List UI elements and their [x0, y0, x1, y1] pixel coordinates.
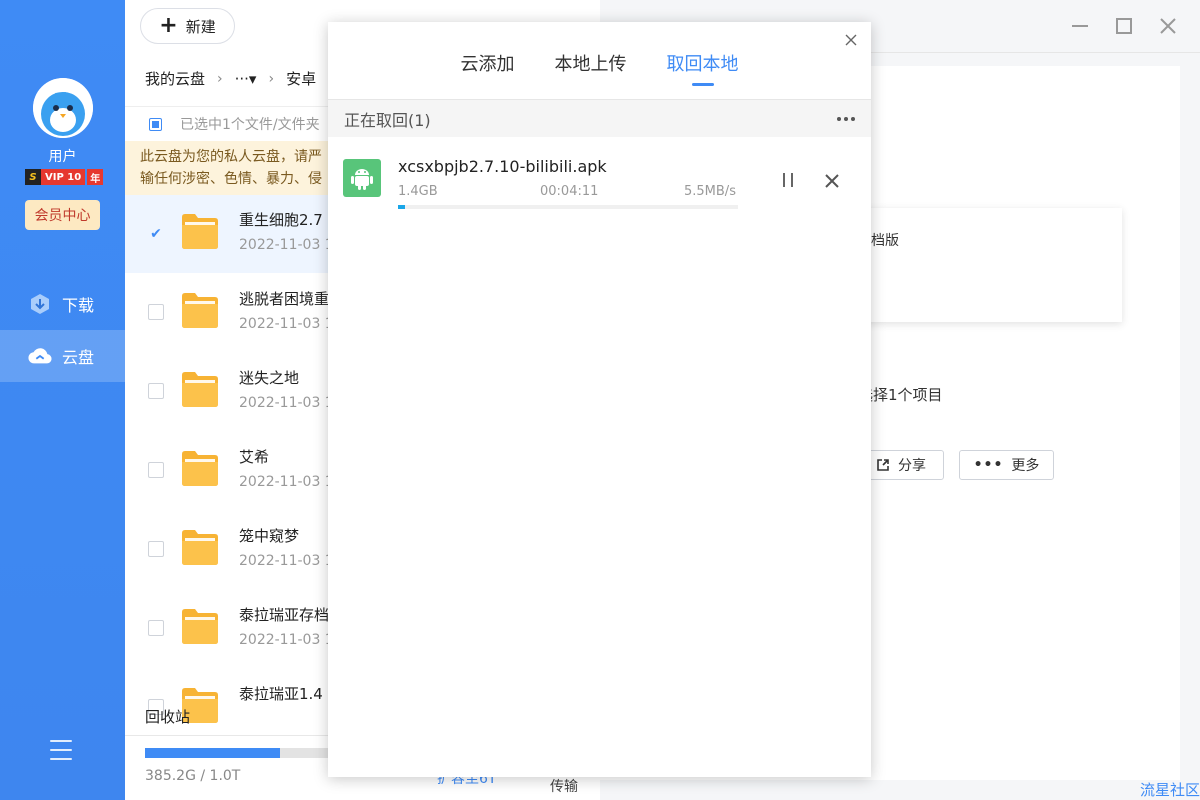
- share-icon: [877, 459, 889, 471]
- task-speed: 5.5MB/s: [684, 184, 736, 199]
- file-checkbox[interactable]: [148, 383, 164, 399]
- breadcrumb: 我的云盘 › ···▾ › 安卓: [145, 68, 316, 89]
- window-controls: [1068, 14, 1180, 38]
- menu-icon[interactable]: [50, 740, 72, 760]
- nav-download[interactable]: 下载: [0, 278, 125, 330]
- chevron-right-icon: ›: [268, 70, 275, 87]
- file-checkbox[interactable]: [148, 304, 164, 320]
- task-file-name: xcsxbpjb2.7.10-bilibili.apk: [398, 157, 607, 176]
- folder-icon: [181, 528, 219, 566]
- bird-avatar-icon: [33, 78, 93, 138]
- new-button-label: 新建: [185, 17, 216, 36]
- select-all-checkbox[interactable]: [149, 117, 162, 131]
- file-date: 2022-11-03 1: [239, 237, 334, 253]
- breadcrumb-root[interactable]: 我的云盘: [145, 68, 205, 89]
- info-card: 档版: [850, 208, 1122, 322]
- task-row[interactable]: xcsxbpjb2.7.10-bilibili.apk 1.4GB 00:04:…: [328, 137, 871, 217]
- cancel-icon[interactable]: [824, 173, 840, 189]
- breadcrumb-current[interactable]: 安卓: [286, 68, 316, 89]
- file-name: 逃脱者困境重: [239, 290, 330, 308]
- file-date: 2022-11-03 1: [239, 632, 334, 648]
- avatar[interactable]: [33, 78, 93, 138]
- more-dots-icon: •••: [973, 457, 1004, 473]
- minimize-icon[interactable]: [1068, 14, 1092, 38]
- member-center-button[interactable]: 会员中心: [25, 200, 100, 230]
- storage-text: 385.2G / 1.0T: [145, 768, 241, 784]
- folder-icon: [181, 370, 219, 408]
- file-name: 笼中窥梦: [239, 527, 300, 545]
- maximize-icon[interactable]: [1112, 14, 1136, 38]
- task-time: 00:04:11: [540, 184, 599, 199]
- file-date: 2022-11-03 1: [239, 395, 334, 411]
- breadcrumb-ellipsis[interactable]: ···▾: [235, 70, 257, 88]
- share-label: 分享: [898, 458, 926, 474]
- section-title: 正在取回(1): [344, 110, 431, 130]
- recycle-bin[interactable]: 回收站: [145, 706, 190, 727]
- close-icon[interactable]: [843, 32, 859, 48]
- nav-download-label: 下载: [62, 296, 95, 315]
- folder-icon: [181, 291, 219, 329]
- android-apk-icon: [343, 159, 381, 197]
- selection-text: 已选中1个文件/文件夹: [180, 117, 320, 133]
- task-size: 1.4GB: [398, 184, 438, 199]
- file-date: 2022-11-03 1: [239, 474, 334, 490]
- download-icon: [28, 292, 52, 316]
- more-label: 更多: [1011, 458, 1040, 474]
- sidebar: 用户 S VIP 10 年 会员中心 下载 云盘: [0, 0, 125, 800]
- file-date: 2022-11-03 1: [239, 553, 334, 569]
- plus-icon: +: [159, 13, 178, 38]
- task-progress-bar: [398, 205, 738, 209]
- section-header: 正在取回(1): [328, 100, 871, 137]
- folder-icon: [181, 607, 219, 645]
- file-name: 迷失之地: [239, 369, 300, 387]
- username: 用户: [48, 149, 77, 165]
- nav-cloud[interactable]: 云盘: [0, 330, 125, 382]
- folder-icon: [181, 449, 219, 487]
- more-icon[interactable]: [837, 116, 855, 121]
- vip-badge: S VIP 10 年: [25, 169, 104, 185]
- folder-icon: [181, 212, 219, 250]
- file-checkbox[interactable]: [148, 620, 164, 636]
- file-checkbox[interactable]: ✔: [148, 225, 164, 242]
- file-checkbox[interactable]: [148, 462, 164, 478]
- file-name: 重生细胞2.7: [239, 211, 323, 229]
- file-checkbox[interactable]: [148, 541, 164, 557]
- chevron-right-icon: ›: [217, 70, 223, 87]
- vip-level: VIP 10: [41, 169, 86, 185]
- pause-icon[interactable]: [780, 173, 796, 189]
- tab-cloud-add[interactable]: 云添加: [461, 50, 515, 86]
- file-date: 2022-11-03 1: [239, 316, 334, 332]
- new-button[interactable]: + 新建: [140, 8, 235, 44]
- storage-fill: [145, 748, 280, 758]
- more-button[interactable]: ••• 更多: [959, 450, 1054, 480]
- watermark: 流星社区: [1139, 781, 1200, 799]
- task-progress-fill: [398, 205, 405, 209]
- nav-cloud-label: 云盘: [62, 348, 95, 367]
- file-name: 泰拉瑞亚1.4: [239, 685, 323, 703]
- vip-s-mark: S: [25, 169, 41, 185]
- card-text: 档版: [871, 233, 899, 249]
- vip-year: 年: [87, 169, 104, 185]
- close-window-icon[interactable]: [1156, 14, 1180, 38]
- transfer-dialog: 云添加 本地上传 取回本地 正在取回(1) xcsxbpjb2.7.10-bil…: [328, 22, 871, 777]
- tab-local-upload[interactable]: 本地上传: [555, 50, 627, 86]
- dialog-tabs: 云添加 本地上传 取回本地: [328, 50, 871, 86]
- file-name: 艾希: [239, 448, 270, 466]
- cloud-icon: [28, 344, 52, 368]
- transfer-label[interactable]: 传输: [550, 776, 578, 796]
- tab-retrieve-local[interactable]: 取回本地: [667, 50, 739, 86]
- file-name: 泰拉瑞亚存档: [239, 606, 330, 624]
